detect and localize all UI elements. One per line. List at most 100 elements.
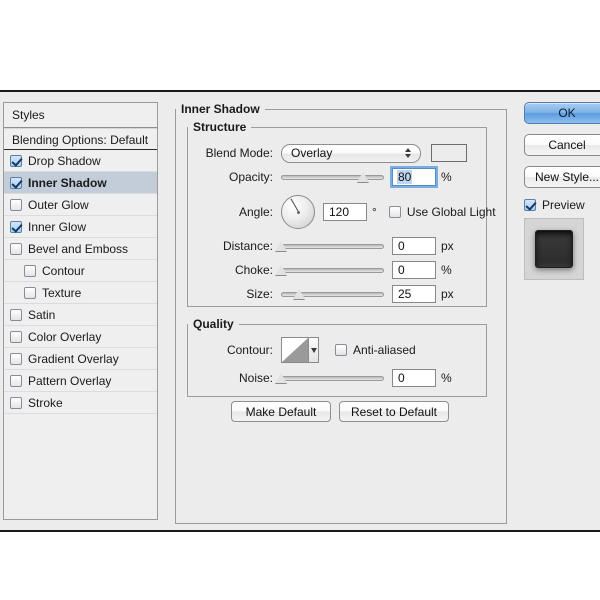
effect-title: Inner Shadow (181, 102, 260, 116)
effect-panel: Inner Shadow Structure Blend Mode: Overl… (175, 102, 507, 524)
choke-input[interactable]: 0 (392, 261, 436, 279)
styles-header: Styles (4, 103, 157, 128)
noise-slider-thumb[interactable] (275, 373, 287, 383)
sidebar-item-outer-glow[interactable]: Outer Glow (4, 194, 157, 216)
sidebar-item-label: Pattern Overlay (28, 373, 112, 388)
angle-label: Angle: (238, 205, 273, 219)
distance-unit: px (441, 239, 454, 253)
quality-legend: Quality (193, 317, 234, 331)
size-row: Size: 25 px (197, 284, 454, 304)
checkbox-inner-glow[interactable] (10, 220, 22, 233)
anti-aliased-label: Anti-aliased (353, 343, 416, 357)
preview-toggle[interactable]: Preview (524, 198, 600, 212)
size-slider-thumb[interactable] (292, 289, 305, 299)
sidebar-item-satin[interactable]: Satin (4, 304, 157, 326)
size-unit: px (441, 287, 454, 301)
distance-slider[interactable] (275, 238, 384, 254)
new-style-button[interactable]: New Style... (524, 166, 600, 188)
checkbox-anti-aliased[interactable] (335, 344, 347, 356)
blend-mode-select[interactable]: Overlay (281, 143, 421, 163)
preview-label: Preview (542, 198, 585, 212)
sidebar-item-texture[interactable]: Texture (4, 282, 157, 304)
checkbox-inner-shadow[interactable] (10, 176, 22, 189)
checkbox-preview[interactable] (524, 199, 536, 211)
sidebar-item-label: Inner Glow (28, 219, 87, 234)
choke-label: Choke: (234, 263, 273, 277)
noise-input[interactable]: 0 (392, 369, 436, 387)
checkbox-bevel-and-emboss[interactable] (10, 242, 22, 255)
choke-slider[interactable] (275, 262, 384, 278)
screenshot-root: Styles Blending Options: Default Drop Sh… (0, 0, 600, 600)
choke-value: 0 (398, 263, 405, 277)
sidebar-item-label: Outer Glow (28, 197, 89, 212)
distance-input[interactable]: 0 (392, 237, 436, 255)
checkbox-stroke[interactable] (10, 396, 22, 409)
angle-value: 120 (329, 205, 350, 219)
sidebar-item-bevel-and-emboss[interactable]: Bevel and Emboss (4, 238, 157, 260)
choke-row: Choke: 0 % (197, 260, 452, 280)
blending-options-row[interactable]: Blending Options: Default (4, 128, 157, 150)
size-slider[interactable] (281, 286, 384, 302)
checkbox-contour[interactable] (24, 264, 36, 277)
sidebar-item-label: Gradient Overlay (28, 351, 119, 366)
style-preview-thumbnail (524, 218, 584, 280)
contour-label: Contour: (226, 343, 273, 357)
distance-row: Distance: 0 px (197, 236, 454, 256)
contour-row: Contour: Anti-aliased (197, 336, 416, 364)
blend-mode-label: Blend Mode: (205, 146, 273, 160)
angle-dial-hub (296, 210, 300, 214)
sidebar-item-inner-shadow[interactable]: Inner Shadow (4, 172, 157, 194)
noise-value: 0 (398, 371, 405, 385)
opacity-row: Opacity: 80 % (197, 166, 452, 188)
checkbox-pattern-overlay[interactable] (10, 374, 22, 387)
sidebar-item-label: Stroke (28, 395, 63, 410)
blend-mode-row: Blend Mode: Overlay (197, 143, 467, 163)
angle-dial[interactable] (281, 195, 315, 229)
sidebar-item-pattern-overlay[interactable]: Pattern Overlay (4, 370, 157, 392)
checkbox-outer-glow[interactable] (10, 198, 22, 211)
chevron-down-icon[interactable] (308, 338, 318, 362)
opacity-slider-thumb[interactable] (357, 172, 370, 182)
chevron-updown-icon (405, 148, 411, 158)
choke-slider-thumb[interactable] (275, 265, 287, 275)
styles-sidebar: Styles Blending Options: Default Drop Sh… (3, 102, 158, 520)
angle-row: Angle: 120 ° Use Global Light (197, 194, 496, 230)
shadow-color-swatch[interactable] (431, 144, 467, 162)
noise-slider[interactable] (275, 370, 384, 386)
sidebar-item-contour[interactable]: Contour (4, 260, 157, 282)
size-value: 25 (398, 287, 412, 301)
noise-row: Noise: 0 % (197, 368, 452, 388)
cancel-button[interactable]: Cancel (524, 134, 600, 156)
size-input[interactable]: 25 (392, 285, 436, 303)
sidebar-item-gradient-overlay[interactable]: Gradient Overlay (4, 348, 157, 370)
sidebar-item-drop-shadow[interactable]: Drop Shadow (4, 150, 157, 172)
ok-button[interactable]: OK (524, 102, 600, 124)
checkbox-satin[interactable] (10, 308, 22, 321)
contour-curve-icon (282, 338, 308, 362)
noise-unit: % (441, 371, 452, 385)
choke-unit: % (441, 263, 452, 277)
checkbox-color-overlay[interactable] (10, 330, 22, 343)
noise-slider-track (281, 376, 384, 381)
reset-to-default-button[interactable]: Reset to Default (339, 401, 449, 422)
sidebar-item-color-overlay[interactable]: Color Overlay (4, 326, 157, 348)
distance-label: Distance: (222, 239, 273, 253)
checkbox-gradient-overlay[interactable] (10, 352, 22, 365)
opacity-input[interactable]: 80 (390, 166, 438, 188)
sidebar-item-label: Color Overlay (28, 329, 102, 344)
sidebar-item-stroke[interactable]: Stroke (4, 392, 157, 414)
choke-slider-track (281, 268, 384, 273)
noise-label: Noise: (238, 371, 273, 385)
checkbox-use-global-light[interactable] (388, 206, 401, 218)
angle-input[interactable]: 120 (323, 203, 367, 221)
opacity-slider[interactable] (281, 169, 384, 185)
sidebar-item-label: Satin (28, 307, 56, 322)
size-label: Size: (246, 287, 273, 301)
sidebar-item-inner-glow[interactable]: Inner Glow (4, 216, 157, 238)
checkbox-drop-shadow[interactable] (10, 154, 22, 167)
contour-preset-picker[interactable] (281, 337, 319, 363)
distance-slider-thumb[interactable] (275, 241, 287, 251)
checkbox-texture[interactable] (24, 286, 36, 299)
sidebar-item-label: Bevel and Emboss (28, 241, 129, 256)
make-default-button[interactable]: Make Default (231, 401, 331, 422)
